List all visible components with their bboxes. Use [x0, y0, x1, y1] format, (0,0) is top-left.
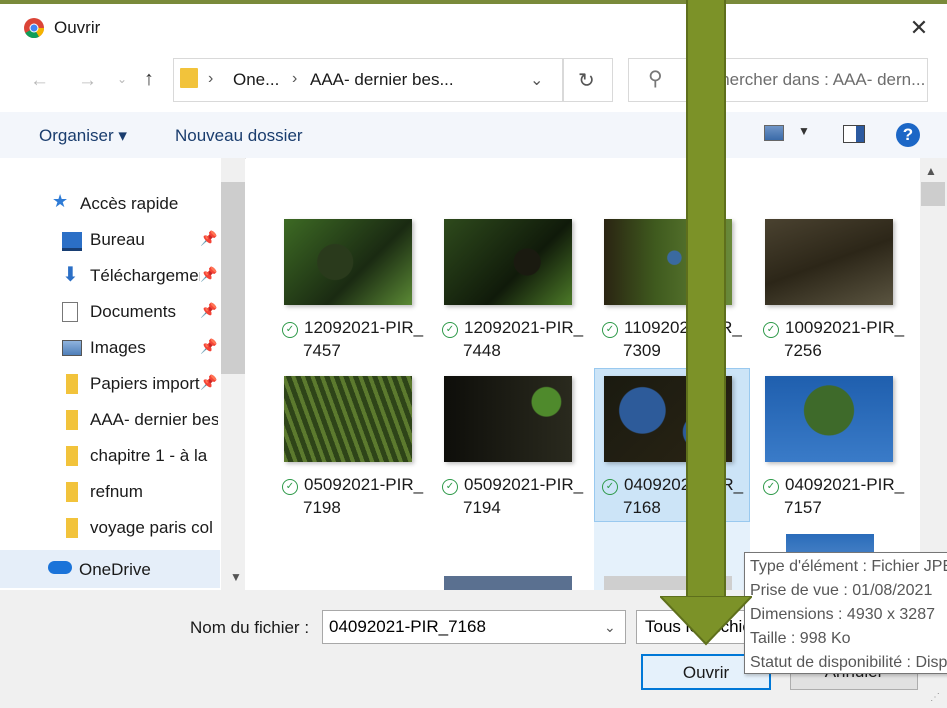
file-name[interactable]: ✓ 10092021-PIR_ 7256 — [763, 316, 904, 362]
folder-icon — [180, 68, 198, 88]
synced-check-icon: ✓ — [602, 322, 618, 338]
onedrive-cloud-icon — [48, 561, 72, 574]
synced-check-icon: ✓ — [763, 322, 779, 338]
pin-icon[interactable]: 📌 — [200, 374, 217, 391]
refresh-icon: ↻ — [578, 70, 595, 92]
recent-locations-icon[interactable]: ⌄ — [117, 72, 127, 86]
scroll-up-icon[interactable]: ▲ — [925, 164, 937, 178]
synced-check-icon: ✓ — [763, 479, 779, 495]
organize-button[interactable]: Organiser ▾ — [39, 126, 127, 146]
close-icon[interactable]: ✕ — [905, 14, 933, 42]
pin-icon[interactable]: 📌 — [200, 266, 217, 283]
sidebar-item-label: AAA- dernier besoin — [90, 410, 218, 429]
folder-icon — [66, 410, 78, 430]
sidebar-item-label: Papiers importants — [90, 374, 200, 393]
file-name[interactable]: ✓ 12092021-PIR_ 7457 — [282, 316, 423, 362]
forward-arrow-icon[interactable]: → — [78, 70, 97, 92]
annotation-arrow-head — [660, 596, 752, 646]
synced-check-icon: ✓ — [282, 322, 298, 338]
chevron-down-icon[interactable]: ▼ — [798, 124, 810, 138]
view-options-icon[interactable] — [764, 125, 784, 141]
sidebar-item-label: Téléchargements — [90, 266, 200, 285]
breadcrumb-separator-icon: › — [208, 70, 214, 87]
pin-icon[interactable]: 📌 — [200, 230, 217, 247]
sidebar-item-label: refnum — [90, 482, 143, 501]
file-thumbnail[interactable] — [284, 376, 412, 462]
synced-check-icon: ✓ — [442, 479, 458, 495]
up-arrow-icon[interactable]: ↑ — [144, 68, 154, 91]
title-bar — [0, 4, 947, 52]
desktop-icon — [62, 232, 82, 251]
chevron-down-icon[interactable]: ⌄ — [604, 619, 616, 636]
folder-icon — [66, 482, 78, 502]
synced-check-icon: ✓ — [602, 479, 618, 495]
chrome-icon — [24, 18, 44, 38]
folder-icon — [66, 518, 78, 538]
download-icon: ⬇ — [62, 264, 79, 286]
folder-icon — [66, 374, 78, 394]
filename-input[interactable]: 04092021-PIR_7168 — [322, 610, 626, 644]
file-thumbnail[interactable] — [765, 219, 893, 305]
sidebar-item-label: Bureau — [90, 230, 145, 249]
sidebar-item-label: chapitre 1 - à la — [90, 446, 208, 465]
preview-pane-icon[interactable] — [843, 125, 865, 143]
synced-check-icon: ✓ — [282, 479, 298, 495]
sidebar-item-label: voyage paris col — [90, 518, 213, 537]
tooltip-type: Type d'élément : Fichier JPEG — [750, 558, 947, 575]
file-thumbnail[interactable] — [765, 376, 893, 462]
window-title: Ouvrir — [54, 18, 101, 37]
file-name[interactable]: ✓ 04092021-PIR_ 7157 — [763, 473, 904, 519]
sidebar-item-label: OneDrive — [79, 560, 151, 579]
chevron-down-icon[interactable]: ⌄ — [530, 70, 543, 90]
help-icon[interactable]: ? — [896, 123, 920, 147]
breadcrumb-separator-icon: › — [292, 70, 298, 87]
breadcrumb-current-folder[interactable]: AAA- dernier bes... — [310, 70, 454, 90]
annotation-arrow-shaft — [686, 0, 726, 600]
star-icon: ★ — [52, 191, 69, 211]
resize-grip-icon[interactable]: ⋰ — [930, 692, 940, 703]
file-name[interactable]: ✓ 05092021-PIR_ 7194 — [442, 473, 583, 519]
document-icon — [62, 302, 78, 322]
pictures-icon — [62, 340, 82, 356]
folder-icon — [66, 446, 78, 466]
tooltip-size: Taille : 998 Ko — [750, 630, 851, 647]
tooltip-dimensions: Dimensions : 4930 x 3287 — [750, 606, 935, 623]
sidebar-item-label: Images — [90, 338, 146, 357]
tooltip-date-taken: Prise de vue : 01/08/2021 — [750, 582, 933, 599]
pin-icon[interactable]: 📌 — [200, 338, 217, 355]
synced-check-icon: ✓ — [442, 322, 458, 338]
file-thumbnail[interactable] — [444, 376, 572, 462]
sidebar-item-label: Accès rapide — [80, 194, 179, 213]
pin-icon[interactable]: 📌 — [200, 302, 217, 319]
file-thumbnail[interactable] — [444, 219, 572, 305]
file-thumbnail[interactable] — [444, 576, 572, 590]
file-list-scrollbar[interactable] — [920, 158, 947, 590]
breadcrumb-onedrive[interactable]: One... — [233, 70, 279, 90]
tooltip-availability: Statut de disponibilité : Disponible — [750, 654, 947, 671]
file-list-scroll-thumb[interactable] — [921, 182, 945, 206]
file-thumbnail[interactable] — [284, 219, 412, 305]
file-info-tooltip: Type d'élément : Fichier JPEG Prise de v… — [744, 552, 947, 674]
search-icon: ⚲ — [648, 68, 663, 90]
sidebar-scroll-thumb[interactable] — [221, 182, 245, 374]
filename-label: Nom du fichier : — [190, 618, 310, 637]
new-folder-button[interactable]: Nouveau dossier — [175, 126, 303, 146]
file-name[interactable]: ✓ 05092021-PIR_ 7198 — [282, 473, 423, 519]
back-arrow-icon[interactable]: ← — [30, 70, 49, 92]
file-name[interactable]: ✓ 12092021-PIR_ 7448 — [442, 316, 583, 362]
scroll-down-icon[interactable]: ▼ — [230, 570, 242, 584]
sidebar-item-label: Documents — [90, 302, 176, 321]
